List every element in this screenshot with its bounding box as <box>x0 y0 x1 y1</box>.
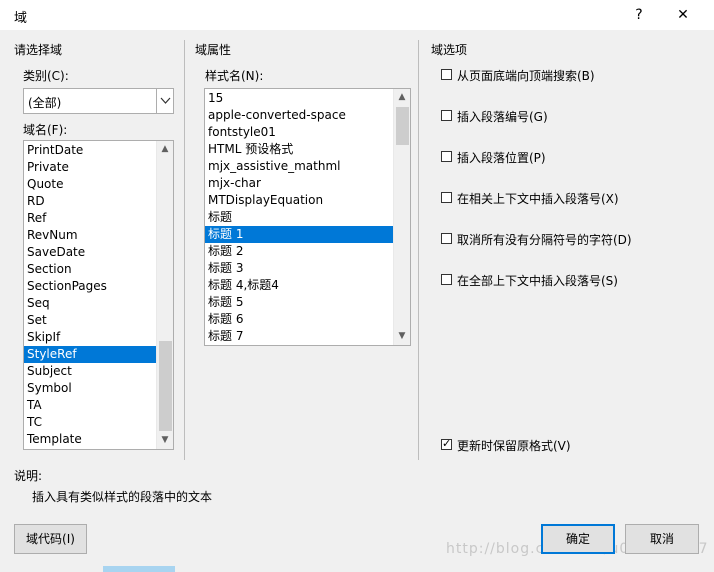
style-names-rows: 15 apple-converted-space fontstyle01 HTM… <box>205 90 393 345</box>
description-label: 说明: <box>14 469 43 483</box>
field-names-scrollbar[interactable]: ▲ ▼ <box>156 141 173 449</box>
category-value: (全部) <box>28 96 62 110</box>
list-item[interactable]: 标题 <box>205 209 393 226</box>
list-item[interactable]: Template <box>24 431 157 448</box>
list-item[interactable]: fontstyle01 <box>205 124 393 141</box>
list-item[interactable]: RD <box>24 193 157 210</box>
checkbox[interactable] <box>441 233 452 244</box>
category-label: 类别(C): <box>23 69 69 83</box>
dialog-title: 域 <box>14 11 28 26</box>
list-item[interactable]: Quote <box>24 176 157 193</box>
field-names-rows: PrintDate Private Quote RD Ref RevNum Sa… <box>24 142 157 448</box>
option-label: 取消所有没有分隔符号的字符(D) <box>457 233 632 247</box>
list-item[interactable]: SaveDate <box>24 244 157 261</box>
list-item[interactable]: 标题 6 <box>205 311 393 328</box>
list-item[interactable]: mjx_assistive_mathml <box>205 158 393 175</box>
option-label: 插入段落编号(G) <box>457 110 548 124</box>
field-names-list[interactable]: PrintDate Private Quote RD Ref RevNum Sa… <box>23 140 174 450</box>
list-item[interactable]: Set <box>24 312 157 329</box>
checkbox-checked[interactable] <box>441 437 452 450</box>
description-text: 插入具有类似样式的段落中的文本 <box>32 490 213 504</box>
field-codes-button[interactable]: 域代码(I) <box>14 524 87 554</box>
list-item[interactable]: apple-converted-space <box>205 107 393 124</box>
field-options-group-title: 域选项 <box>431 43 468 57</box>
ok-button[interactable]: 确定 <box>541 524 615 554</box>
list-item[interactable]: HTML 预设格式 <box>205 141 393 158</box>
checkbox[interactable] <box>441 110 452 121</box>
help-button[interactable]: ? <box>626 4 652 26</box>
list-item-selected[interactable]: 标题 1 <box>205 226 393 243</box>
field-names-label: 域名(F): <box>23 123 68 137</box>
list-item[interactable]: Subject <box>24 363 157 380</box>
option-label: 更新时保留原格式(V) <box>457 439 571 453</box>
checkbox[interactable] <box>441 151 452 162</box>
list-item[interactable]: TC <box>24 414 157 431</box>
list-item[interactable]: TA <box>24 397 157 414</box>
list-item[interactable]: SectionPages <box>24 278 157 295</box>
checkbox[interactable] <box>441 192 452 203</box>
list-item[interactable]: Seq <box>24 295 157 312</box>
field-properties-group-title: 域属性 <box>195 43 232 57</box>
close-button[interactable]: ✕ <box>670 4 696 26</box>
scroll-down-icon[interactable]: ▼ <box>394 328 410 345</box>
scroll-thumb[interactable] <box>159 341 172 431</box>
cancel-button[interactable]: 取消 <box>625 524 699 554</box>
list-item[interactable]: Section <box>24 261 157 278</box>
list-item[interactable]: 标题 3 <box>205 260 393 277</box>
category-combo[interactable]: (全部) <box>23 88 174 114</box>
list-item[interactable]: 标题 2 <box>205 243 393 260</box>
list-item[interactable]: Ref <box>24 210 157 227</box>
list-item[interactable]: PrintDate <box>24 142 157 159</box>
list-item[interactable]: MTDisplayEquation <box>205 192 393 209</box>
option-label: 从页面底端向顶端搜索(B) <box>457 69 595 83</box>
list-item[interactable]: mjx-char <box>205 175 393 192</box>
option-label: 在全部上下文中插入段落号(S) <box>457 274 618 288</box>
taskbar-strip <box>103 566 175 572</box>
list-item[interactable]: 15 <box>205 90 393 107</box>
style-names-list[interactable]: 15 apple-converted-space fontstyle01 HTM… <box>204 88 411 346</box>
scroll-up-icon[interactable]: ▲ <box>394 89 410 106</box>
list-item-selected[interactable]: StyleRef <box>24 346 157 363</box>
style-names-scrollbar[interactable]: ▲ ▼ <box>393 89 410 345</box>
scroll-down-icon[interactable]: ▼ <box>157 432 173 449</box>
list-item[interactable]: 标题 4,标题4 <box>205 277 393 294</box>
list-item[interactable]: 标题 7 <box>205 328 393 345</box>
category-dropdown-button[interactable] <box>156 89 173 113</box>
separator <box>418 40 419 460</box>
list-item[interactable]: SkipIf <box>24 329 157 346</box>
list-item[interactable]: 标题 5 <box>205 294 393 311</box>
select-field-group-title: 请选择域 <box>14 43 63 57</box>
list-item[interactable]: Private <box>24 159 157 176</box>
checkbox[interactable] <box>441 69 452 80</box>
list-item[interactable]: RevNum <box>24 227 157 244</box>
scroll-up-icon[interactable]: ▲ <box>157 141 173 158</box>
option-label: 在相关上下文中插入段落号(X) <box>457 192 619 206</box>
chevron-down-icon <box>160 97 170 104</box>
style-name-label: 样式名(N): <box>205 69 264 83</box>
option-label: 插入段落位置(P) <box>457 151 546 165</box>
checkbox[interactable] <box>441 274 452 285</box>
title-bar: 域 ? ✕ <box>0 0 714 31</box>
list-item[interactable]: Symbol <box>24 380 157 397</box>
scroll-thumb[interactable] <box>396 107 409 145</box>
dialog-body: 请选择域 类别(C): (全部) 域名(F): PrintDate Privat… <box>0 30 714 572</box>
separator <box>184 40 185 460</box>
